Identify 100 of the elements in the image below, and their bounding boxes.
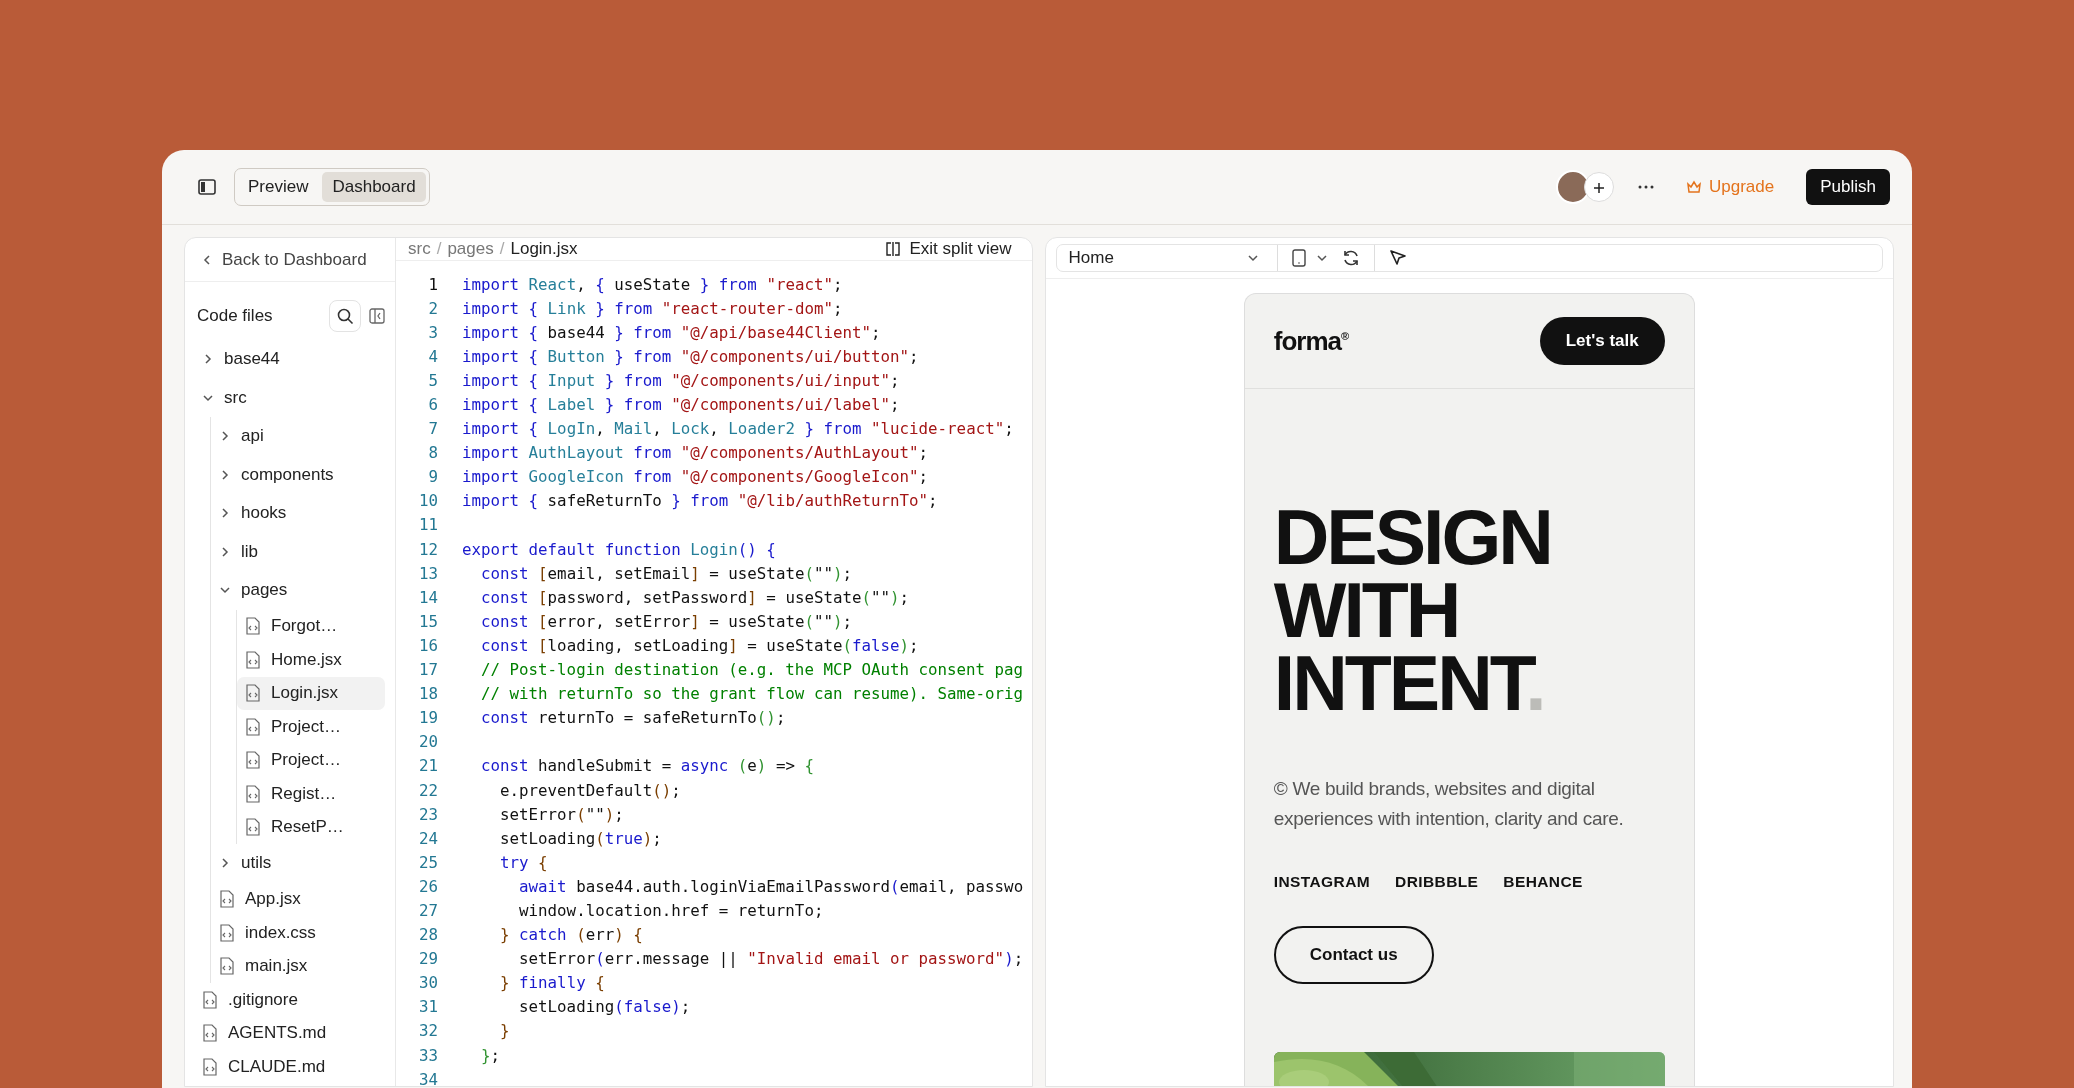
code-line: } [499, 1021, 510, 1041]
file-code-icon [245, 617, 261, 636]
line-number: 18 [417, 684, 438, 704]
line-number: 30 [417, 973, 438, 993]
file-code-icon [219, 890, 235, 909]
intro-text: © We build brands, websites and digital experiences with intention, clarity and care. [1273, 777, 1625, 831]
file-item[interactable]: index.css [211, 916, 385, 950]
folder-item[interactable]: utils [211, 844, 385, 883]
code-line: window.location.href = returnTo; [518, 901, 824, 920]
line-number: 8 [427, 443, 438, 463]
line-number: 26 [417, 876, 438, 896]
back-link[interactable]: Back to Dashboard [185, 238, 395, 282]
line-number: 31 [417, 997, 438, 1017]
file-item[interactable]: Home.jsx [237, 643, 385, 677]
folder-item[interactable]: src [185, 378, 385, 417]
folder-item[interactable]: base44 [185, 340, 385, 379]
more-icon[interactable] [1638, 185, 1654, 189]
file-item[interactable]: main.jsx [211, 949, 385, 983]
lets-talk-button[interactable]: Let's talk [1539, 317, 1665, 365]
search-icon [336, 307, 354, 325]
headline: DESIGN WITH INTENT. [1273, 501, 1552, 720]
folder-item[interactable]: components [211, 455, 385, 494]
line-number: 23 [417, 804, 438, 824]
panel-title: Code files [197, 306, 274, 326]
file-code-icon [245, 684, 261, 703]
site-logo[interactable]: forma$^{®}$ [1273, 325, 1350, 357]
code-line: const [password, setPassword] = useState(""); [480, 587, 910, 607]
code-line: import AuthLayout from "@/components/AuthLayout"; [462, 443, 929, 463]
social-link[interactable]: INSTAGRAM [1273, 873, 1371, 891]
file-item[interactable]: Forgot… [237, 609, 385, 643]
folder-item[interactable]: hooks [211, 494, 385, 533]
file-item[interactable]: AGENTS.md [185, 1016, 385, 1050]
code-line: import { Label } from "@/components/ui/label"; [462, 395, 900, 414]
file-item[interactable]: Regist… [237, 777, 385, 811]
refresh-icon[interactable] [1341, 249, 1360, 267]
mode-tab[interactable]: Dashboard [322, 172, 426, 202]
code-line: const handleSubmit = async (e) => { [480, 756, 814, 776]
chevron-left-icon [201, 253, 213, 266]
breadcrumb-item[interactable]: Login.jsx [510, 239, 578, 259]
line-number: 1 [427, 274, 438, 294]
line-number: 2 [427, 298, 438, 318]
code-line: setLoading(true); [499, 828, 662, 848]
file-item[interactable]: CLAUDE.md [185, 1050, 385, 1084]
file-code-icon [219, 957, 235, 976]
cursor-icon[interactable] [1388, 249, 1407, 267]
file-code-icon [245, 751, 261, 770]
code-line: import React, { useState } from "react"; [462, 274, 843, 294]
line-number: 29 [417, 949, 438, 969]
line-number: 34 [417, 1069, 438, 1086]
line-number: 20 [417, 732, 438, 752]
line-number: 25 [417, 852, 438, 872]
contact-button[interactable]: Contact us [1273, 926, 1434, 984]
breadcrumb-item[interactable]: pages [447, 239, 494, 259]
folder-item[interactable]: pages [211, 571, 385, 610]
file-item[interactable]: Login.jsx [237, 676, 385, 710]
line-number: 15 [417, 611, 438, 631]
search-button[interactable] [329, 300, 361, 332]
code-line: setLoading(false); [518, 997, 691, 1017]
line-number: 19 [417, 708, 438, 728]
line-number: 10 [417, 491, 438, 511]
line-number: 13 [417, 563, 438, 583]
file-item[interactable]: ResetP… [237, 810, 385, 844]
file-code-icon [202, 990, 218, 1009]
file-code-icon [245, 818, 261, 837]
code-line: import { LogIn, Mail, Lock, Loader2 } from "lucide-react"; [462, 419, 1014, 439]
line-number: 16 [417, 635, 438, 655]
file-code-icon [219, 923, 235, 942]
mode-tab[interactable]: Preview [238, 172, 319, 202]
sidebar-toggle-icon[interactable] [198, 179, 216, 195]
code-line: // with returnTo so the grant flow can resume). Same-orig [480, 684, 1024, 704]
code-line: const [loading, setLoading] = useState(false); [480, 635, 919, 655]
social-link[interactable]: BEHANCE [1503, 873, 1583, 891]
phone-icon [1291, 249, 1306, 267]
page-select[interactable]: Home [1064, 248, 1263, 268]
line-number: 3 [427, 322, 438, 342]
add-collaborator-button[interactable] [1584, 172, 1614, 202]
line-number: 33 [417, 1045, 438, 1065]
breadcrumb-separator: / [436, 239, 442, 259]
exit-split-view-button[interactable]: Exit split view [879, 238, 1018, 260]
file-item[interactable]: .gitignore [185, 983, 385, 1017]
code-line: setError(err.message || "Invalid email or password"); [518, 949, 1024, 969]
breadcrumb-item[interactable]: src [408, 239, 431, 259]
line-number: 27 [417, 901, 438, 920]
file-code-icon [202, 1057, 218, 1076]
line-number: 11 [417, 515, 438, 535]
collapse-panel-icon[interactable] [369, 308, 385, 324]
device-menu-button[interactable] [1291, 249, 1328, 267]
line-number: 32 [417, 1021, 438, 1041]
folder-item[interactable]: api [211, 417, 385, 456]
publish-button[interactable]: Publish [1806, 169, 1890, 205]
file-item[interactable]: Project… [237, 710, 385, 744]
line-number: 24 [417, 828, 438, 848]
split-view-icon [885, 241, 902, 257]
line-number: 4 [427, 346, 438, 366]
folder-item[interactable]: lib [211, 532, 385, 571]
code-line: const [email, setEmail] = useState(""); [480, 563, 852, 583]
file-item[interactable]: Project… [237, 743, 385, 777]
code-line: e.preventDefault(); [499, 780, 681, 800]
social-link[interactable]: DRIBBBLE [1395, 873, 1479, 891]
file-item[interactable]: App.jsx [211, 882, 385, 916]
